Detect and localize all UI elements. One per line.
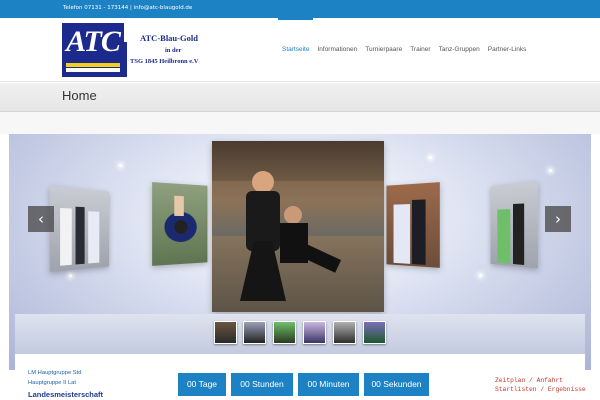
carousel-next-button[interactable]: › <box>545 206 571 232</box>
carousel-prev-button[interactable]: ‹ <box>28 206 54 232</box>
countdown-days: 00 Tage <box>178 373 226 396</box>
carousel-photo-far-right[interactable] <box>490 181 538 269</box>
site-header: ATC ATC-Blau-Gold in der TSG 1845 Heilbr… <box>0 18 600 82</box>
carousel-thumbnail[interactable] <box>273 321 296 344</box>
content-spacer <box>0 112 600 134</box>
main-nav: Startseite Informationen Turnierpaare Tr… <box>278 18 530 81</box>
logo-mark: ATC <box>66 25 121 58</box>
logo-divider <box>124 42 127 77</box>
sparkle-decoration <box>549 169 552 172</box>
image-carousel[interactable]: ‹ › <box>9 134 591 370</box>
logo-in-der: in der <box>165 47 182 54</box>
nav-item-partner-links[interactable]: Partner-Links <box>484 18 531 81</box>
countdown-seconds: 00 Sekunden <box>364 373 429 396</box>
contact-info: Telefon 07131 - 173144 | info@atc-blaugo… <box>63 5 193 11</box>
nav-item-trainer[interactable]: Trainer <box>406 18 434 81</box>
event-info-line: Hauptgruppe II Lat <box>28 380 77 386</box>
top-contact-bar: Telefon 07131 - 173144 | info@atc-blaugo… <box>0 0 600 18</box>
carousel-photo-right[interactable] <box>386 182 440 268</box>
link-startlisten-ergebnisse[interactable]: Startlisten / Ergebnisse <box>495 386 586 393</box>
logo-emblem: ATC <box>62 23 124 77</box>
event-info-line: LM Hauptgruppe Std <box>28 370 82 376</box>
carousel-thumbnail[interactable] <box>333 321 356 344</box>
logo-parent-club: TSG 1845 Heilbronn e.V <box>130 58 199 65</box>
carousel-photo-left[interactable] <box>152 182 208 266</box>
carousel-thumbnail[interactable] <box>303 321 326 344</box>
sparkle-decoration <box>429 156 432 159</box>
logo-white-stripe <box>66 68 120 72</box>
logo-club-name: ATC-Blau-Gold <box>140 33 198 43</box>
countdown-hours: 00 Stunden <box>231 373 293 396</box>
countdown-minutes: 00 Minuten <box>298 373 359 396</box>
sparkle-decoration <box>119 164 122 167</box>
nav-item-informationen[interactable]: Informationen <box>313 18 361 81</box>
carousel-photo-active[interactable] <box>212 141 384 312</box>
event-title: Landesmeisterschaft <box>28 390 104 399</box>
nav-item-startseite[interactable]: Startseite <box>278 18 314 81</box>
sparkle-decoration <box>69 274 72 277</box>
logo-gold-stripe <box>66 63 120 67</box>
page-title-bar: Home <box>0 83 600 112</box>
nav-item-tanz-gruppen[interactable]: Tanz-Gruppen <box>435 18 484 81</box>
carousel-thumbnail[interactable] <box>363 321 386 344</box>
carousel-thumbnail[interactable] <box>243 321 266 344</box>
carousel-thumbnail[interactable] <box>214 321 237 344</box>
nav-item-turnierpaare[interactable]: Turnierpaare <box>361 18 406 81</box>
carousel-photo-far-left[interactable] <box>49 186 110 272</box>
sparkle-decoration <box>479 274 482 277</box>
carousel-thumbnail-strip <box>15 314 585 356</box>
page-title: Home <box>62 88 97 103</box>
site-logo[interactable]: ATC ATC-Blau-Gold in der TSG 1845 Heilbr… <box>62 23 217 77</box>
link-zeitplan-anfahrt[interactable]: Zeitplan / Anfahrt <box>495 377 563 384</box>
event-countdown-panel: LM Hauptgruppe Std Hauptgruppe II Lat La… <box>15 354 586 400</box>
